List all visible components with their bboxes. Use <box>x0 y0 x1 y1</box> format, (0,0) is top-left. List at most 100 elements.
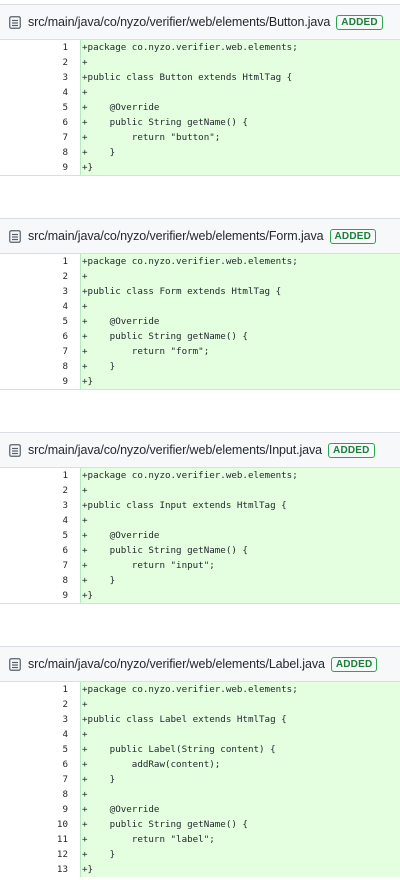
line-number[interactable]: 2 <box>0 483 80 498</box>
added-code-line: + return "button"; <box>80 130 400 145</box>
line-number[interactable]: 8 <box>0 359 80 374</box>
added-code-line: + @Override <box>80 528 400 543</box>
file-diff-icon <box>9 443 21 457</box>
line-number[interactable]: 12 <box>0 847 80 862</box>
diff-line: 5 + @Override <box>0 528 400 543</box>
line-number[interactable]: 13 <box>0 862 80 877</box>
line-number[interactable]: 10 <box>0 817 80 832</box>
line-number[interactable]: 3 <box>0 712 80 727</box>
line-number[interactable]: 1 <box>0 468 80 483</box>
file-path-link[interactable]: src/main/java/co/nyzo/verifier/web/eleme… <box>28 657 325 671</box>
line-number[interactable]: 3 <box>0 70 80 85</box>
line-number[interactable]: 5 <box>0 100 80 115</box>
line-number[interactable]: 1 <box>0 254 80 269</box>
line-number[interactable]: 2 <box>0 55 80 70</box>
line-number[interactable]: 9 <box>0 374 80 389</box>
line-number[interactable]: 7 <box>0 558 80 573</box>
diff-line: 4 + <box>0 299 400 314</box>
line-number[interactable]: 6 <box>0 115 80 130</box>
diff-line: 3 +public class Button extends HtmlTag { <box>0 70 400 85</box>
file-path-link[interactable]: src/main/java/co/nyzo/verifier/web/eleme… <box>28 15 330 29</box>
line-number[interactable]: 4 <box>0 85 80 100</box>
added-code-line: +package co.nyzo.verifier.web.elements; <box>80 254 400 269</box>
added-code-line: +} <box>80 374 400 389</box>
diff-line: 6 + public String getName() { <box>0 543 400 558</box>
diff-line: 7 + return "button"; <box>0 130 400 145</box>
added-code-line: + <box>80 269 400 284</box>
line-number[interactable]: 3 <box>0 498 80 513</box>
file-diff-icon <box>9 657 21 671</box>
line-number[interactable]: 7 <box>0 772 80 787</box>
file-path-link[interactable]: src/main/java/co/nyzo/verifier/web/eleme… <box>28 443 322 457</box>
added-code-line: + public String getName() { <box>80 543 400 558</box>
diff-line: 2 + <box>0 269 400 284</box>
added-code-line: + return "form"; <box>80 344 400 359</box>
line-number[interactable]: 9 <box>0 802 80 817</box>
file-header[interactable]: src/main/java/co/nyzo/verifier/web/eleme… <box>0 5 400 40</box>
line-number[interactable]: 2 <box>0 697 80 712</box>
line-number[interactable]: 7 <box>0 130 80 145</box>
added-code-line: + } <box>80 772 400 787</box>
file-header[interactable]: src/main/java/co/nyzo/verifier/web/eleme… <box>0 219 400 254</box>
diff-line: 9 +} <box>0 374 400 389</box>
added-code-line: + } <box>80 145 400 160</box>
line-number[interactable]: 6 <box>0 757 80 772</box>
file-header[interactable]: src/main/java/co/nyzo/verifier/web/eleme… <box>0 647 400 682</box>
file-header[interactable]: src/main/java/co/nyzo/verifier/web/eleme… <box>0 433 400 468</box>
file-diff-icon <box>9 229 21 243</box>
line-number[interactable]: 5 <box>0 742 80 757</box>
line-number[interactable]: 4 <box>0 299 80 314</box>
line-number[interactable]: 1 <box>0 40 80 55</box>
diff-code-block: 1 +package co.nyzo.verifier.web.elements;… <box>0 682 400 877</box>
line-number[interactable]: 5 <box>0 314 80 329</box>
diff-line: 9 + @Override <box>0 802 400 817</box>
line-number[interactable]: 6 <box>0 329 80 344</box>
added-code-line: +} <box>80 862 400 877</box>
diff-line: 7 + return "input"; <box>0 558 400 573</box>
diff-code-block: 1 +package co.nyzo.verifier.web.elements;… <box>0 40 400 175</box>
diff-line: 11 + return "label"; <box>0 832 400 847</box>
diff-line: 1 +package co.nyzo.verifier.web.elements; <box>0 40 400 55</box>
line-number[interactable]: 9 <box>0 588 80 603</box>
diff-line: 1 +package co.nyzo.verifier.web.elements; <box>0 682 400 697</box>
added-code-line: +package co.nyzo.verifier.web.elements; <box>80 468 400 483</box>
diff-line: 8 + } <box>0 573 400 588</box>
added-code-line: + <box>80 85 400 100</box>
diff-line: 2 + <box>0 55 400 70</box>
added-code-line: + <box>80 697 400 712</box>
diff-line: 6 + addRaw(content); <box>0 757 400 772</box>
line-number[interactable]: 8 <box>0 145 80 160</box>
diff-line: 1 +package co.nyzo.verifier.web.elements; <box>0 254 400 269</box>
added-code-line: + } <box>80 573 400 588</box>
line-number[interactable]: 2 <box>0 269 80 284</box>
diff-line: 6 + public String getName() { <box>0 329 400 344</box>
diff-code-block: 1 +package co.nyzo.verifier.web.elements;… <box>0 254 400 389</box>
line-number[interactable]: 9 <box>0 160 80 175</box>
line-number[interactable]: 8 <box>0 573 80 588</box>
file-path-link[interactable]: src/main/java/co/nyzo/verifier/web/eleme… <box>28 229 324 243</box>
added-badge: ADDED <box>336 14 383 30</box>
line-number[interactable]: 4 <box>0 513 80 528</box>
line-number[interactable]: 3 <box>0 284 80 299</box>
added-badge: ADDED <box>329 228 377 244</box>
line-number[interactable]: 8 <box>0 787 80 802</box>
diff-line: 1 +package co.nyzo.verifier.web.elements; <box>0 468 400 483</box>
line-number[interactable]: 7 <box>0 344 80 359</box>
diff-line: 2 + <box>0 697 400 712</box>
diff-line: 13 +} <box>0 862 400 877</box>
line-number[interactable]: 6 <box>0 543 80 558</box>
added-code-line: + public String getName() { <box>80 115 400 130</box>
diff-line: 9 +} <box>0 160 400 175</box>
added-code-line: + <box>80 299 400 314</box>
diff-line: 8 + <box>0 787 400 802</box>
line-number[interactable]: 11 <box>0 832 80 847</box>
diff-line: 12 + } <box>0 847 400 862</box>
added-badge: ADDED <box>328 442 375 458</box>
diff-line: 8 + } <box>0 359 400 374</box>
diff-line: 9 +} <box>0 588 400 603</box>
line-number[interactable]: 1 <box>0 682 80 697</box>
line-number[interactable]: 5 <box>0 528 80 543</box>
diff-line: 6 + public String getName() { <box>0 115 400 130</box>
added-code-line: + <box>80 513 400 528</box>
line-number[interactable]: 4 <box>0 727 80 742</box>
